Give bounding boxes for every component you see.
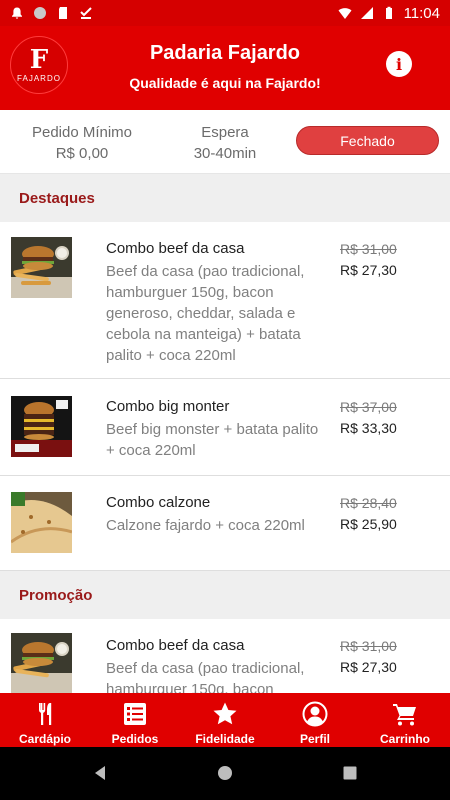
product-price: R$ 27,30	[340, 659, 397, 675]
product-name: Combo beef da casa	[106, 637, 245, 654]
product-description: Calzone fajardo + coca 220ml	[106, 517, 305, 534]
product-name: Combo beef da casa	[106, 240, 245, 257]
product-description: Beef da casa (pao tradicional, hamburgue…	[106, 660, 305, 693]
section-header-promocao: Promoção	[0, 571, 450, 619]
product-old-price: R$ 37,00	[340, 399, 397, 415]
section-title: Promoção	[19, 587, 93, 604]
back-icon[interactable]	[91, 764, 109, 782]
section-header-destaques: Destaques	[0, 174, 450, 222]
notification-bell-icon	[12, 7, 22, 19]
min-order-label: Pedido Mínimo	[31, 124, 133, 141]
product-description: Beef big monster + batata palito + coca …	[106, 421, 319, 459]
wait-time-label: Espera	[201, 124, 249, 141]
product-price: R$ 33,30	[340, 420, 397, 436]
cart-icon	[393, 704, 416, 726]
star-icon	[213, 702, 237, 725]
nav-label: Cardápio	[18, 732, 71, 746]
nav-label: Perfil	[299, 732, 330, 746]
app-header: F FAJARDO Padaria Fajardo Qualidade é aq…	[0, 26, 450, 110]
product-old-price: R$ 31,00	[340, 241, 397, 257]
signal-icon	[360, 7, 373, 19]
store-tagline: Qualidade é aqui na Fajardo!	[129, 75, 321, 91]
wifi-icon	[338, 8, 352, 19]
bottom-navigation: Cardápio Pedidos Fidelidade Perfil Carri…	[0, 693, 450, 747]
logo-mark: F	[29, 44, 49, 75]
info-icon: i	[395, 54, 403, 74]
product-image-burger-combo	[11, 237, 72, 298]
store-name: Padaria Fajardo	[149, 42, 301, 64]
person-icon	[302, 701, 328, 727]
info-button[interactable]: i	[386, 51, 412, 77]
store-info-row: Pedido Mínimo R$ 0,00 Espera 30-40min Fe…	[0, 110, 450, 174]
nav-item-perfil[interactable]: Perfil	[270, 693, 360, 747]
download-done-icon	[80, 7, 92, 19]
section-title: Destaques	[19, 190, 95, 207]
battery-icon	[385, 6, 392, 19]
product-old-price: R$ 28,40	[340, 495, 397, 511]
nav-item-fidelidade[interactable]: Fidelidade	[180, 693, 270, 747]
product-item[interactable]: Combo beef da casa Beef da casa (pao tra…	[0, 222, 450, 379]
nav-label: Fidelidade	[195, 732, 255, 746]
nav-label: Carrinho	[379, 732, 430, 746]
product-item[interactable]: Combo big monter Beef big monster + bata…	[0, 379, 450, 476]
list-icon	[124, 703, 146, 725]
product-name: Combo big monter	[106, 398, 230, 415]
wait-time-value: 30-40min	[193, 145, 257, 162]
sd-card-icon	[59, 7, 67, 19]
min-order: Pedido Mínimo R$ 0,00	[18, 122, 146, 164]
status-bar: 11:04	[0, 0, 450, 26]
recents-icon[interactable]	[341, 764, 359, 782]
store-logo: F FAJARDO	[10, 36, 68, 94]
system-navigation-bar	[0, 747, 450, 800]
product-item[interactable]: Combo beef da casa Beef da casa (pao tra…	[0, 619, 450, 693]
product-price: R$ 25,90	[340, 516, 397, 532]
min-order-value: R$ 0,00	[55, 145, 109, 162]
circle-icon	[34, 7, 46, 19]
product-image-calzone	[11, 492, 72, 553]
nav-item-carrinho[interactable]: Carrinho	[360, 693, 450, 747]
product-description: Beef da casa (pao tradicional, hamburgue…	[106, 263, 305, 364]
nav-item-cardapio[interactable]: Cardápio	[0, 693, 90, 747]
clock: 11:04	[403, 4, 440, 22]
logo-word: FAJARDO	[17, 73, 61, 83]
home-icon[interactable]	[216, 764, 234, 782]
product-image-burger-combo	[11, 633, 72, 693]
cutlery-icon	[39, 703, 52, 725]
store-status-badge: Fechado	[296, 126, 439, 155]
nav-label: Pedidos	[111, 732, 159, 746]
product-price: R$ 27,30	[340, 262, 397, 278]
wait-time: Espera 30-40min	[165, 122, 285, 164]
product-old-price: R$ 31,00	[340, 638, 397, 654]
product-name: Combo calzone	[106, 494, 211, 511]
product-item[interactable]: Combo calzone Calzone fajardo + coca 220…	[0, 476, 450, 571]
nav-item-pedidos[interactable]: Pedidos	[90, 693, 180, 747]
product-image-big-monster	[11, 396, 72, 457]
